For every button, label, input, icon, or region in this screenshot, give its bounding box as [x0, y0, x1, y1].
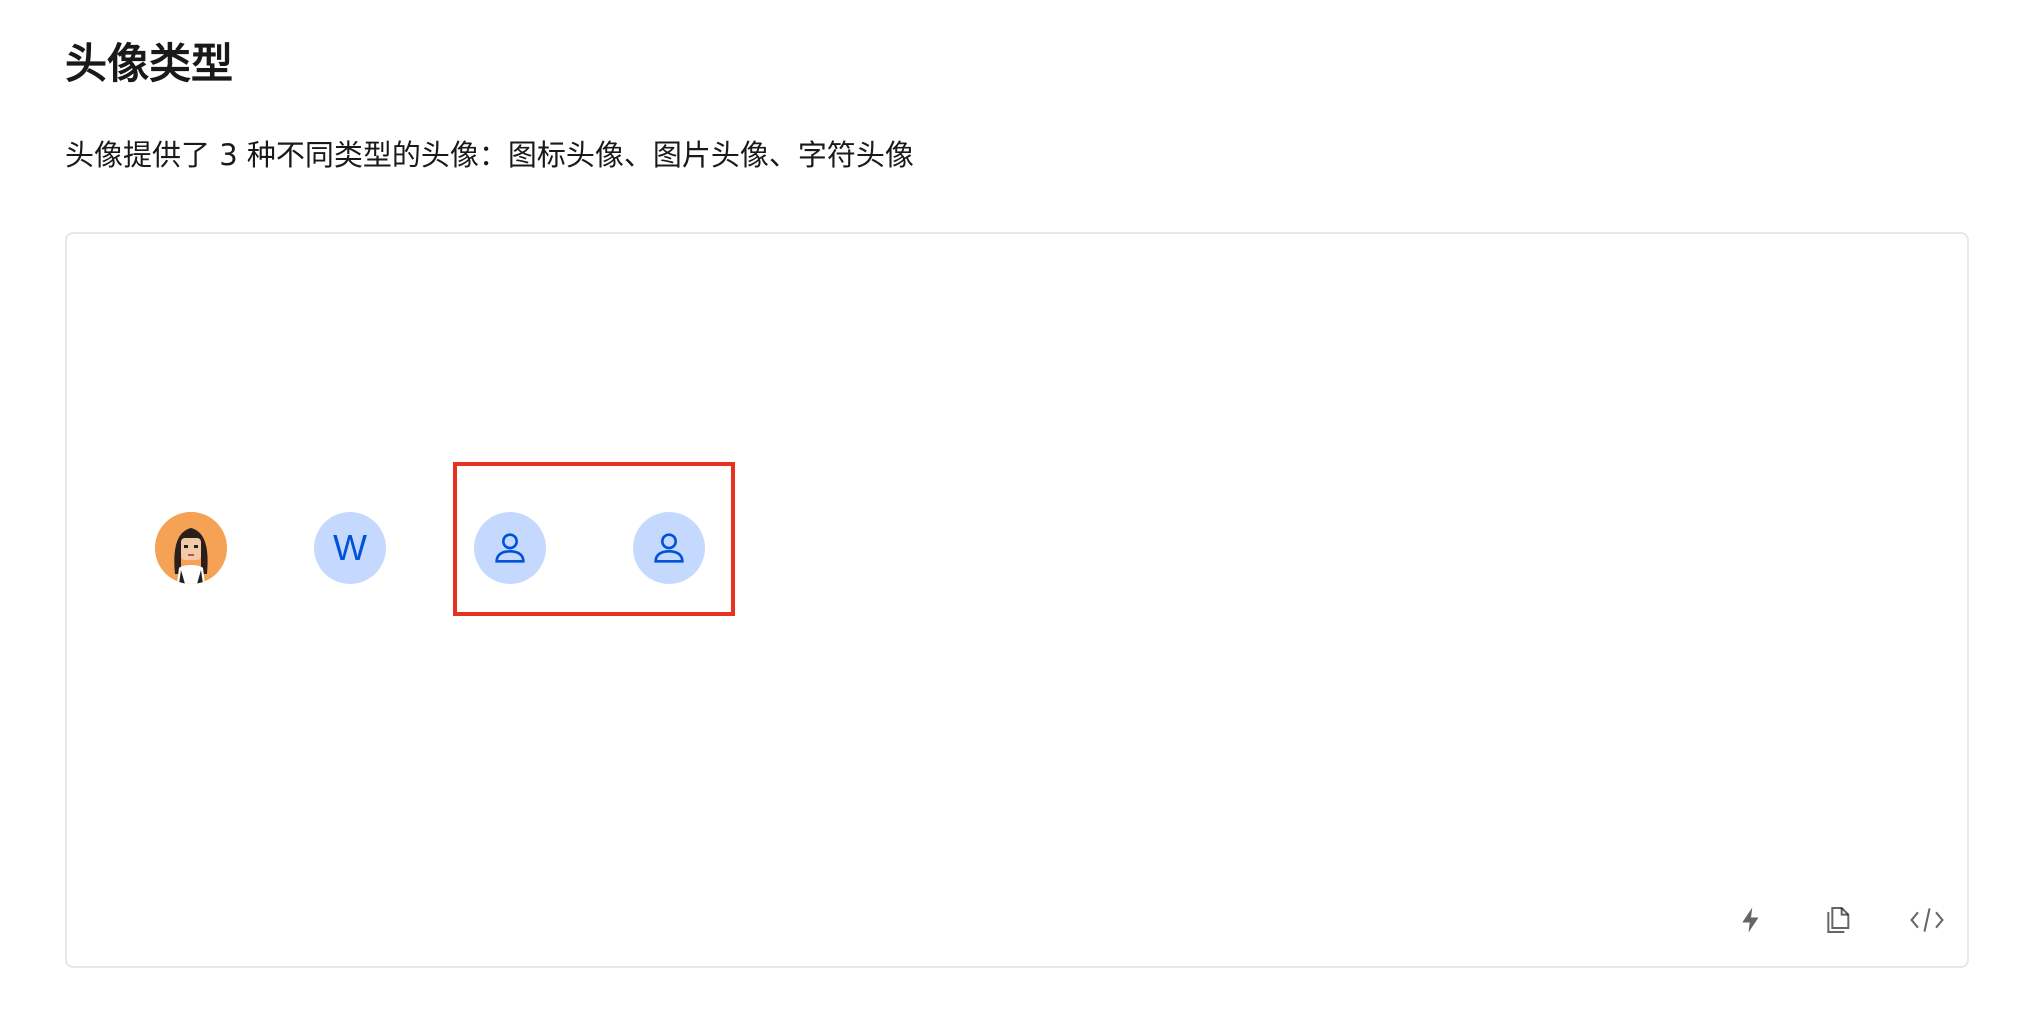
demo-toolbar [1733, 902, 1945, 938]
code-icon [1910, 908, 1944, 932]
character-avatar: W [314, 512, 386, 584]
copy-icon [1827, 907, 1850, 933]
highlight-box [453, 462, 735, 616]
copy-button[interactable] [1821, 902, 1857, 938]
lightning-icon [1742, 907, 1759, 933]
page: 头像类型 头像提供了 3 种不同类型的头像：图标头像、图片头像、字符头像 W [0, 0, 2036, 1014]
page-description: 头像提供了 3 种不同类型的头像：图标头像、图片头像、字符头像 [65, 138, 914, 172]
page-title: 头像类型 [65, 39, 234, 88]
lightning-button[interactable] [1733, 902, 1769, 938]
code-button[interactable] [1909, 902, 1945, 938]
demo-card: W [65, 232, 1969, 968]
portrait-image-icon [155, 512, 227, 584]
image-avatar [155, 512, 227, 584]
